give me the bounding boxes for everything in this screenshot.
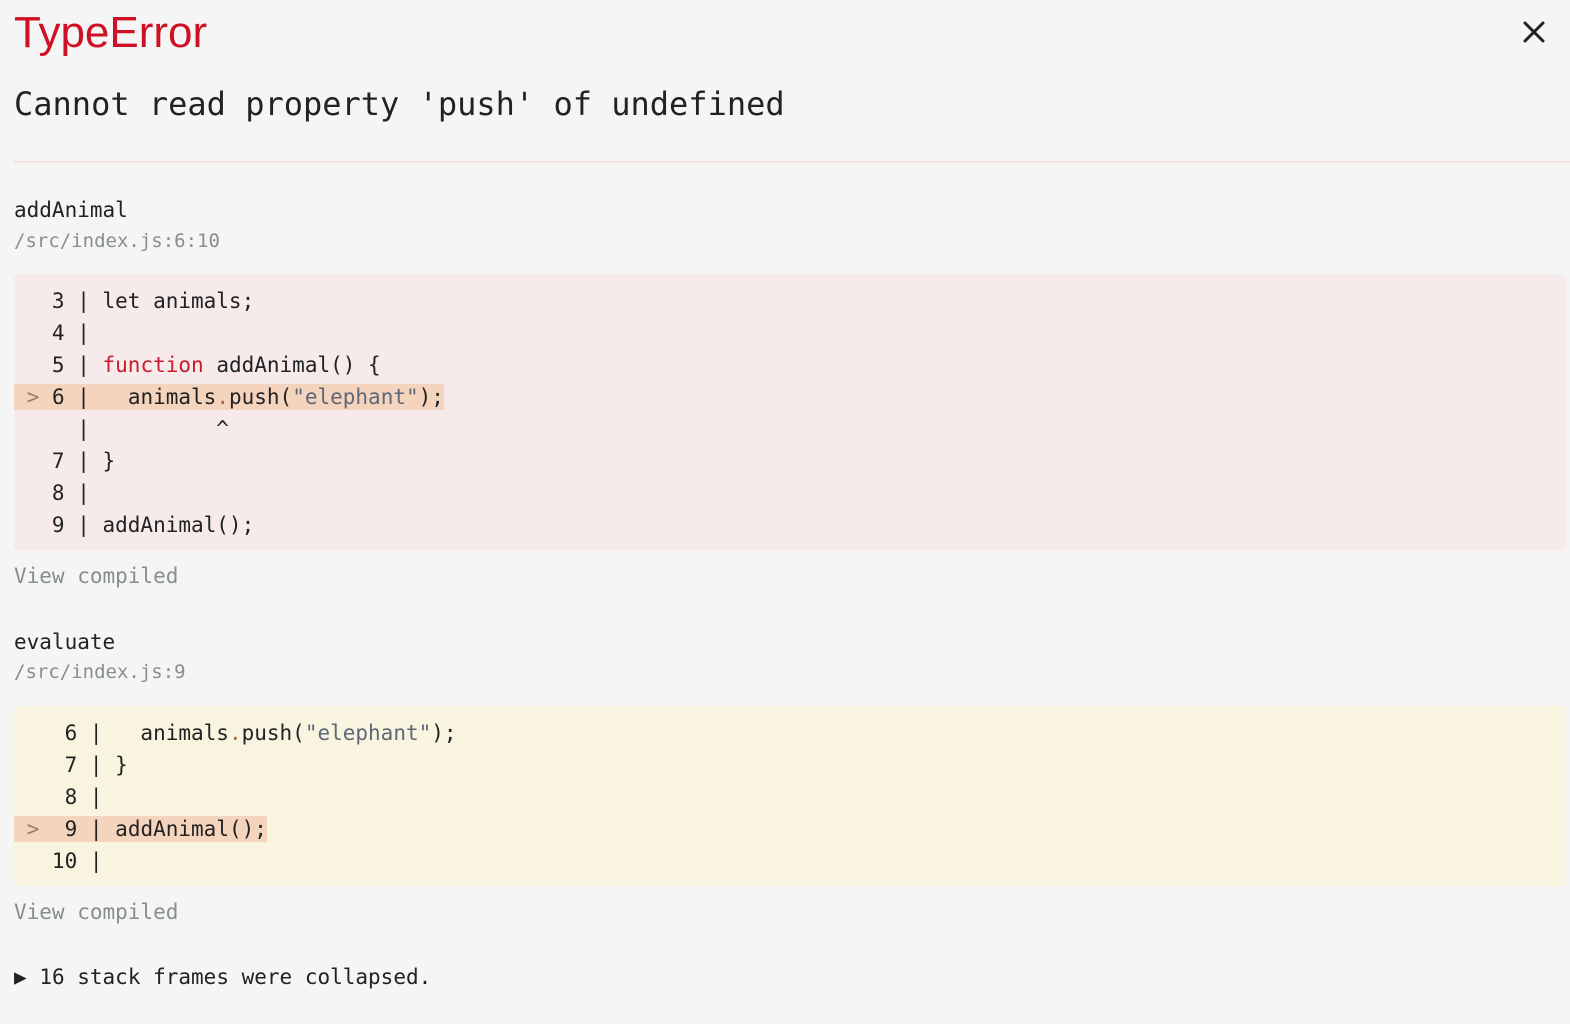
view-compiled-link[interactable]: View compiled [14,562,178,590]
frame-file-location[interactable]: /src/index.js:9 [14,659,186,685]
code-line: 8 | [14,476,1566,508]
code-line-content: 8 | [14,481,103,505]
code-line-content: > 9 | addAnimal(); [14,816,267,842]
frame-file-location[interactable]: /src/index.js:6:10 [14,228,220,254]
frame-function-name: evaluate [14,630,116,654]
code-line-content: 6 | animals.push("elephant"); [14,721,457,745]
triangle-right-icon: ▶ [14,965,27,989]
code-snippet: 3 | let animals; 4 | 5 | function addAni… [14,274,1566,551]
code-line-content: 8 | [14,785,116,809]
code-line: 7 | } [14,748,1566,780]
code-line-content: 3 | let animals; [14,289,255,313]
close-button[interactable] [1516,14,1552,50]
code-line: | ^ [14,412,1566,444]
view-compiled-link[interactable]: View compiled [14,898,178,926]
error-overlay: TypeError Cannot read property 'push' of… [0,0,1570,1024]
code-line-highlighted: > 9 | addAnimal(); [14,812,1566,844]
code-line-content: 7 | } [14,449,116,473]
divider [14,161,1570,163]
code-line: 3 | let animals; [14,284,1566,316]
collapsed-frames-text: 16 stack frames were collapsed. [39,965,432,989]
code-line: 4 | [14,316,1566,348]
code-line-content: 10 | [14,849,116,873]
code-line-content: 7 | } [14,753,128,777]
code-line-content: | ^ [14,417,229,441]
code-line-content: 5 | function addAnimal() { [14,353,381,377]
code-snippet: 6 | animals.push("elephant"); 7 | } 8 | … [14,706,1566,886]
code-line: 5 | function addAnimal() { [14,348,1566,380]
code-line-content: 4 | [14,321,103,345]
code-line: 9 | addAnimal(); [14,508,1566,540]
code-line: 7 | } [14,444,1566,476]
close-icon [1523,21,1545,43]
error-message: Cannot read property 'push' of undefined [14,85,785,123]
code-line-content: 9 | addAnimal(); [14,513,255,537]
collapsed-frames-toggle[interactable]: ▶ 16 stack frames were collapsed. [14,963,431,991]
error-type: TypeError [14,8,208,57]
code-line: 8 | [14,780,1566,812]
code-line: 10 | [14,844,1566,876]
frame-function-name: addAnimal [14,198,128,222]
code-line-content: > 6 | animals.push("elephant"); [14,384,444,410]
code-line: 6 | animals.push("elephant"); [14,716,1566,748]
code-line-highlighted: > 6 | animals.push("elephant"); [14,380,1566,412]
